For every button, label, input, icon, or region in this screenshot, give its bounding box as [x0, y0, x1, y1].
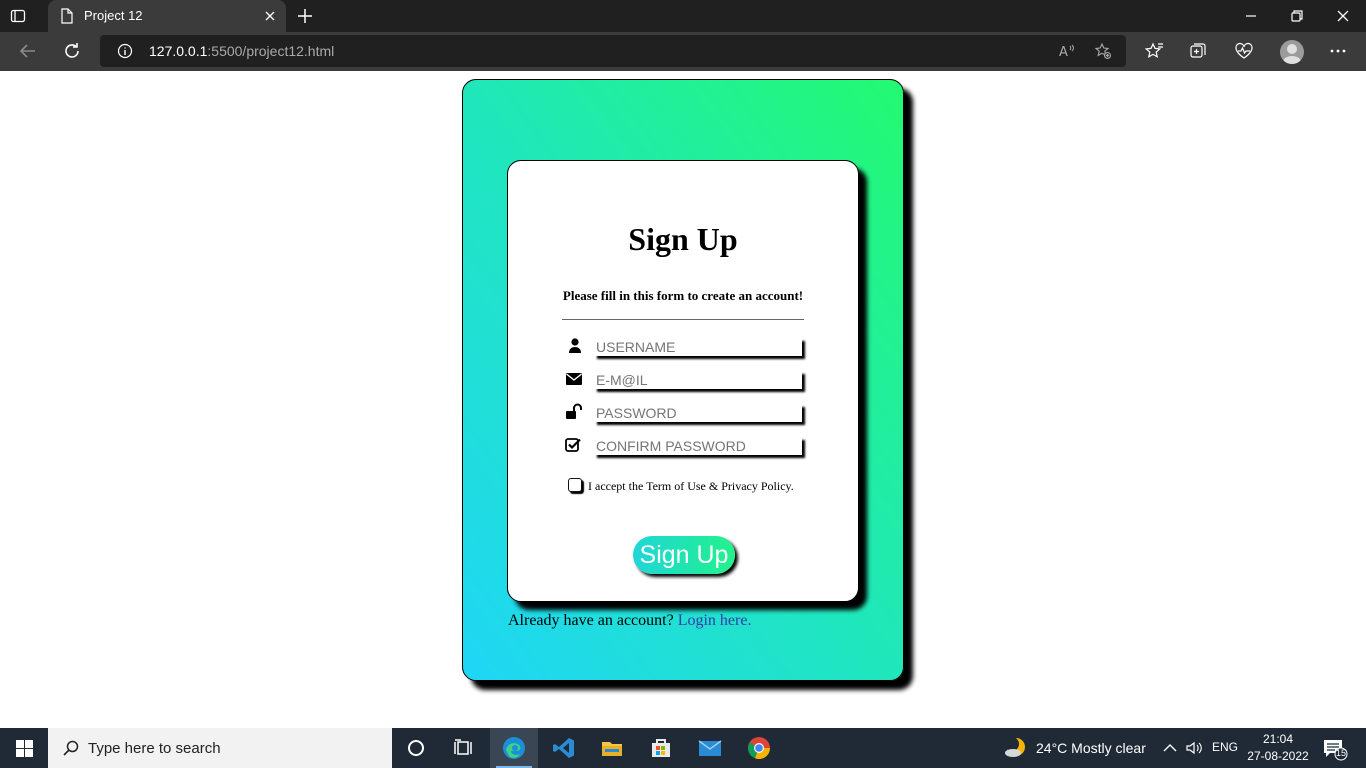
- form-subtitle: Please fill in this form to create an ac…: [562, 288, 804, 303]
- cortana-button[interactable]: [392, 728, 440, 768]
- weather-moon-cloud-icon[interactable]: [1003, 736, 1029, 760]
- vscode-taskbar-app[interactable]: [540, 728, 588, 768]
- close-window-icon[interactable]: [1335, 8, 1351, 24]
- more-options-icon[interactable]: [1328, 41, 1348, 61]
- tab-actions-icon[interactable]: [10, 8, 26, 24]
- edge-taskbar-app[interactable]: [490, 728, 538, 768]
- chrome-icon: [747, 737, 771, 760]
- tab-title: Project 12: [84, 8, 143, 23]
- username-row: [562, 337, 806, 359]
- clock-date: 27-08-2022: [1247, 749, 1309, 763]
- user-icon: [569, 338, 581, 353]
- terms-label[interactable]: I accept the Term of Use & Privacy Polic…: [588, 479, 794, 494]
- terms-checkbox[interactable]: [568, 478, 582, 492]
- vscode-icon: [553, 738, 574, 758]
- login-link[interactable]: Login here.: [678, 612, 752, 629]
- favorites-icon[interactable]: [1144, 41, 1164, 61]
- form-title: Sign Up: [628, 221, 738, 257]
- start-button[interactable]: [0, 728, 48, 768]
- tab-close-icon[interactable]: [262, 8, 278, 24]
- restore-icon[interactable]: [1289, 8, 1305, 24]
- cortana-icon: [408, 740, 424, 756]
- refresh-icon[interactable]: [62, 41, 82, 61]
- sign-up-button[interactable]: Sign Up: [633, 536, 735, 574]
- windows-taskbar: Type here to search 24°C Mostly clear EN…: [0, 728, 1366, 768]
- mail-taskbar-app[interactable]: [686, 728, 734, 768]
- store-taskbar-app[interactable]: [637, 728, 685, 768]
- form-divider: [562, 319, 804, 320]
- unlock-icon: [566, 403, 582, 419]
- password-input[interactable]: [594, 404, 802, 422]
- chevron-up-icon[interactable]: [1162, 740, 1178, 756]
- edge-icon: [503, 737, 525, 759]
- email-row: [562, 370, 806, 392]
- check-square-icon: [565, 438, 581, 452]
- taskbar-clock[interactable]: 21:04 27-08-2022: [1244, 731, 1312, 765]
- login-prompt-text: Already have an account?: [508, 612, 674, 629]
- store-icon: [652, 739, 670, 757]
- search-placeholder: Type here to search: [88, 740, 221, 757]
- page-icon: [61, 8, 73, 24]
- confirm-password-row: [562, 436, 806, 458]
- mail-icon: [698, 740, 722, 756]
- taskbar-search[interactable]: Type here to search: [48, 728, 392, 768]
- browser-tab-active[interactable]: Project 12: [48, 0, 286, 32]
- password-row: [562, 403, 806, 425]
- speaker-icon[interactable]: [1185, 739, 1203, 757]
- clock-time: 21:04: [1262, 732, 1294, 746]
- new-tab-icon[interactable]: [295, 6, 315, 26]
- browser-tab-bar: Project 12: [0, 0, 1366, 32]
- folder-icon: [602, 742, 622, 756]
- info-icon[interactable]: [117, 43, 133, 59]
- url-text[interactable]: 127.0.0.1:5500/project12.html: [149, 43, 334, 59]
- browser-essentials-icon[interactable]: [1234, 41, 1254, 61]
- url-path: :5500/project12.html: [207, 43, 335, 59]
- address-bar[interactable]: 127.0.0.1:5500/project12.html A: [100, 35, 1126, 67]
- add-favorite-icon[interactable]: [1094, 42, 1112, 60]
- user-avatar-icon: [1283, 44, 1301, 64]
- task-view-button[interactable]: [440, 728, 488, 768]
- back-icon[interactable]: [18, 41, 38, 61]
- url-host: 127.0.0.1: [149, 43, 208, 59]
- collections-icon[interactable]: [1188, 41, 1208, 61]
- chrome-taskbar-app[interactable]: [735, 728, 783, 768]
- file-explorer-taskbar-app[interactable]: [588, 728, 636, 768]
- browser-toolbar: 127.0.0.1:5500/project12.html A: [0, 32, 1366, 71]
- minimize-icon[interactable]: [1243, 8, 1259, 24]
- svg-text:A: A: [1059, 45, 1068, 60]
- search-icon: [63, 740, 79, 756]
- envelope-icon: [566, 373, 582, 385]
- read-aloud-icon[interactable]: A: [1058, 42, 1076, 60]
- weather-text[interactable]: 24°C Mostly clear: [1036, 740, 1146, 756]
- confirm-password-input[interactable]: [594, 437, 802, 455]
- language-indicator[interactable]: ENG: [1212, 740, 1238, 754]
- email-input[interactable]: [594, 371, 802, 389]
- username-input[interactable]: [594, 338, 802, 356]
- login-prompt: Already have an account? Login here.: [508, 612, 751, 630]
- profile-avatar[interactable]: [1280, 40, 1304, 64]
- notification-count: 15: [1335, 748, 1346, 758]
- windows-logo-icon: [16, 740, 33, 757]
- task-view-icon: [454, 739, 472, 755]
- signup-form-card: Sign Up Please fill in this form to crea…: [507, 160, 859, 602]
- terms-row: I accept the Term of Use & Privacy Polic…: [568, 477, 808, 495]
